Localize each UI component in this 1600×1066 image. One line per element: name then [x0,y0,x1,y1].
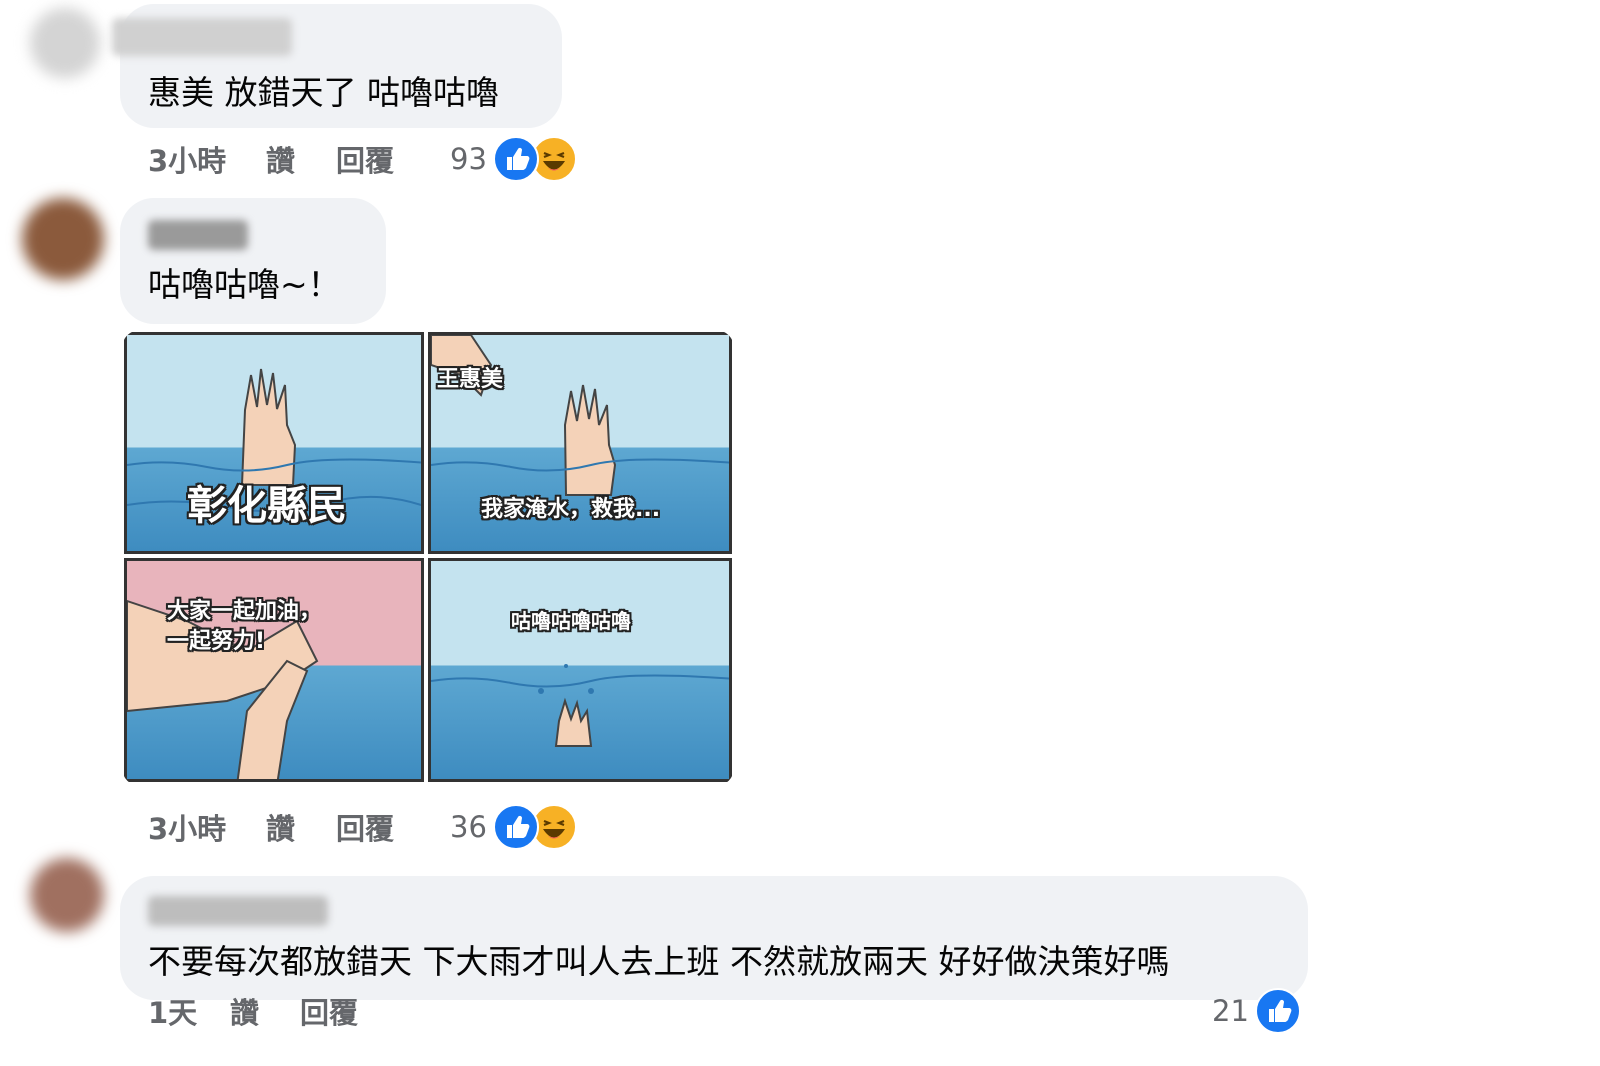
like-button[interactable]: 讚 [266,138,336,180]
avatar[interactable] [22,198,104,280]
reply-button[interactable]: 回覆 [300,990,358,1032]
like-button[interactable]: 讚 [266,806,336,848]
avatar[interactable] [30,858,104,932]
commenter-name-redacted[interactable] [148,896,328,926]
meme-panel: 咕嚕咕嚕咕嚕 [428,558,732,782]
meme-image[interactable]: 彰化縣民 王惠美 我家淹水，救我... 大家一起加油， 一起努力! 咕嚕咕嚕咕嚕 [122,330,734,786]
comment-text: 咕嚕咕嚕~！ [148,265,341,304]
reaction-count: 93 [450,142,487,176]
comment-text: 不要每次都放錯天 下大雨才叫人去上班 不然就放兩天 好好做決策好嗎 [148,942,1170,981]
meme-caption: 咕嚕咕嚕咕嚕 [511,609,631,633]
avatar[interactable] [30,8,100,78]
comment-actions: 1天 讚 回覆 [148,990,358,1032]
commenter-name-redacted[interactable] [112,18,292,56]
like-icon [492,804,539,850]
meme-caption: 大家一起加油， 一起努力! [167,599,322,654]
meme-panel: 王惠美 我家淹水，救我... [428,332,732,554]
like-icon [492,136,539,182]
reaction-count: 21 [1212,994,1249,1028]
comment-actions: 3小時 讚 回覆 [148,806,394,848]
reaction-summary[interactable]: 21 [1212,988,1301,1034]
meme-panel: 大家一起加油， 一起努力! [124,558,424,782]
like-icon [1254,988,1301,1034]
meme-caption: 彰化縣民 [187,483,347,529]
comment-time[interactable]: 3小時 [148,806,266,848]
reply-button[interactable]: 回覆 [336,806,394,848]
commenter-name-redacted[interactable] [148,220,248,250]
like-button[interactable]: 讚 [230,990,300,1032]
meme-caption: 王惠美 [437,367,504,392]
comment-text: 惠美 放錯天了 咕嚕咕嚕 [148,73,499,112]
meme-caption: 我家淹水，救我... [481,497,661,522]
comment-time[interactable]: 3小時 [148,138,266,180]
comment-actions: 3小時 讚 回覆 [148,138,394,180]
reaction-count: 36 [450,810,487,844]
reply-button[interactable]: 回覆 [336,138,394,180]
meme-panel: 彰化縣民 [124,332,424,554]
comment-time[interactable]: 1天 [148,990,230,1032]
reaction-summary[interactable]: 93 [450,136,577,182]
reaction-summary[interactable]: 36 [450,804,577,850]
